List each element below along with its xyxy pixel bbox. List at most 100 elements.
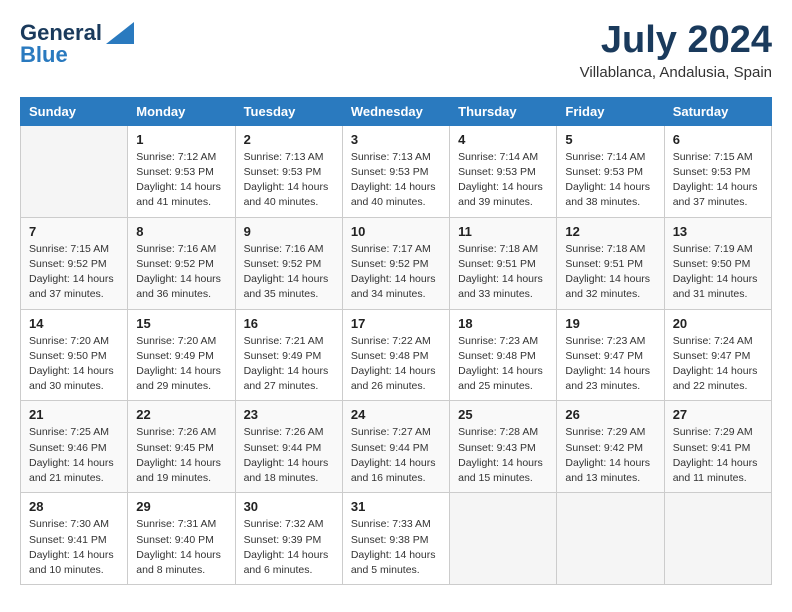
calendar-day-cell: 30 Sunrise: 7:32 AMSunset: 9:39 PMDayligh… [235,493,342,585]
calendar-week-row: 7Sunrise: 7:15 AMSunset: 9:52 PMDaylight… [21,217,772,309]
day-number: 20 [673,316,763,331]
day-number: 22 [136,407,226,422]
day-info: Sunrise: 7:26 AMSunset: 9:45 PMDaylight:… [136,425,226,486]
day-info: Sunrise: 7:19 AMSunset: 9:50 PMDaylight:… [673,242,763,303]
day-info: Sunrise: 7:16 AMSunset: 9:52 PMDaylight:… [244,242,334,303]
calendar-day-cell: 26 Sunrise: 7:29 AMSunset: 9:42 PMDayligh… [557,401,664,493]
day-info: Sunrise: 7:13 AMSunset: 9:53 PMDaylight:… [351,150,441,211]
month-year-title: July 2024 [580,20,772,62]
day-number: 27 [673,407,763,422]
col-header-tuesday: Tuesday [235,97,342,125]
calendar-day-cell: 20 Sunrise: 7:24 AMSunset: 9:47 PMDayligh… [664,309,771,401]
calendar-week-row: 28Sunrise: 7:30 AMSunset: 9:41 PMDayligh… [21,493,772,585]
page-header: General Blue July 2024 Villablanca, Anda… [20,20,772,81]
day-number: 12 [565,224,655,239]
day-info: Sunrise: 7:24 AMSunset: 9:47 PMDaylight:… [673,334,763,395]
logo: General Blue [20,20,134,68]
day-info: Sunrise: 7:31 AMSunset: 9:40 PMDaylight:… [136,517,226,578]
day-info: Sunrise: 7:21 AMSunset: 9:49 PMDaylight:… [244,334,334,395]
calendar-day-cell: 27Sunrise: 7:29 AMSunset: 9:41 PMDayligh… [664,401,771,493]
day-info: Sunrise: 7:29 AMSunset: 9:42 PMDaylight:… [565,425,655,486]
day-number: 3 [351,132,441,147]
day-number: 10 [351,224,441,239]
day-number: 1 [136,132,226,147]
day-number: 26 [565,407,655,422]
day-info: Sunrise: 7:14 AMSunset: 9:53 PMDaylight:… [458,150,548,211]
day-info: Sunrise: 7:30 AMSunset: 9:41 PMDaylight:… [29,517,119,578]
calendar-day-cell [450,493,557,585]
logo-icon [106,22,134,44]
title-area: July 2024 Villablanca, Andalusia, Spain [580,20,772,81]
day-number: 31 [351,499,441,514]
day-info: Sunrise: 7:33 AMSunset: 9:38 PMDaylight:… [351,517,441,578]
col-header-sunday: Sunday [21,97,128,125]
calendar-day-cell: 22 Sunrise: 7:26 AMSunset: 9:45 PMDayligh… [128,401,235,493]
calendar-day-cell: 13 Sunrise: 7:19 AMSunset: 9:50 PMDayligh… [664,217,771,309]
col-header-wednesday: Wednesday [342,97,449,125]
day-number: 25 [458,407,548,422]
day-number: 23 [244,407,334,422]
day-info: Sunrise: 7:15 AMSunset: 9:53 PMDaylight:… [673,150,763,211]
day-info: Sunrise: 7:13 AMSunset: 9:53 PMDaylight:… [244,150,334,211]
calendar-day-cell: 19Sunrise: 7:23 AMSunset: 9:47 PMDayligh… [557,309,664,401]
day-info: Sunrise: 7:20 AMSunset: 9:50 PMDaylight:… [29,334,119,395]
day-info: Sunrise: 7:23 AMSunset: 9:48 PMDaylight:… [458,334,548,395]
calendar-day-cell: 11 Sunrise: 7:18 AMSunset: 9:51 PMDayligh… [450,217,557,309]
day-info: Sunrise: 7:16 AMSunset: 9:52 PMDaylight:… [136,242,226,303]
day-info: Sunrise: 7:25 AMSunset: 9:46 PMDaylight:… [29,425,119,486]
day-info: Sunrise: 7:14 AMSunset: 9:53 PMDaylight:… [565,150,655,211]
day-number: 15 [136,316,226,331]
calendar-day-cell: 18 Sunrise: 7:23 AMSunset: 9:48 PMDayligh… [450,309,557,401]
location-subtitle: Villablanca, Andalusia, Spain [580,64,772,81]
calendar-day-cell: 16 Sunrise: 7:21 AMSunset: 9:49 PMDayligh… [235,309,342,401]
calendar-day-cell [664,493,771,585]
day-info: Sunrise: 7:27 AMSunset: 9:44 PMDaylight:… [351,425,441,486]
calendar-day-cell: 9Sunrise: 7:16 AMSunset: 9:52 PMDaylight… [235,217,342,309]
calendar-day-cell: 1 Sunrise: 7:12 AMSunset: 9:53 PMDaylight… [128,125,235,217]
calendar-day-cell: 4 Sunrise: 7:14 AMSunset: 9:53 PMDaylight… [450,125,557,217]
day-number: 11 [458,224,548,239]
calendar-day-cell: 5 Sunrise: 7:14 AMSunset: 9:53 PMDaylight… [557,125,664,217]
day-number: 30 [244,499,334,514]
day-info: Sunrise: 7:22 AMSunset: 9:48 PMDaylight:… [351,334,441,395]
calendar-day-cell: 23 Sunrise: 7:26 AMSunset: 9:44 PMDayligh… [235,401,342,493]
col-header-friday: Friday [557,97,664,125]
col-header-monday: Monday [128,97,235,125]
day-info: Sunrise: 7:15 AMSunset: 9:52 PMDaylight:… [29,242,119,303]
calendar-table: SundayMondayTuesdayWednesdayThursdayFrid… [20,97,772,585]
day-number: 14 [29,316,119,331]
calendar-day-cell: 15Sunrise: 7:20 AMSunset: 9:49 PMDayligh… [128,309,235,401]
calendar-day-cell: 25 Sunrise: 7:28 AMSunset: 9:43 PMDayligh… [450,401,557,493]
calendar-week-row: 21Sunrise: 7:25 AMSunset: 9:46 PMDayligh… [21,401,772,493]
calendar-day-cell: 17 Sunrise: 7:22 AMSunset: 9:48 PMDayligh… [342,309,449,401]
calendar-day-cell: 10Sunrise: 7:17 AMSunset: 9:52 PMDayligh… [342,217,449,309]
day-number: 4 [458,132,548,147]
day-info: Sunrise: 7:18 AMSunset: 9:51 PMDaylight:… [458,242,548,303]
day-number: 5 [565,132,655,147]
calendar-week-row: 14 Sunrise: 7:20 AMSunset: 9:50 PMDayligh… [21,309,772,401]
calendar-day-cell [557,493,664,585]
day-number: 17 [351,316,441,331]
day-info: Sunrise: 7:28 AMSunset: 9:43 PMDaylight:… [458,425,548,486]
calendar-week-row: 1 Sunrise: 7:12 AMSunset: 9:53 PMDaylight… [21,125,772,217]
calendar-day-cell: 24 Sunrise: 7:27 AMSunset: 9:44 PMDayligh… [342,401,449,493]
calendar-day-cell [21,125,128,217]
calendar-day-cell: 28Sunrise: 7:30 AMSunset: 9:41 PMDayligh… [21,493,128,585]
day-number: 13 [673,224,763,239]
day-number: 24 [351,407,441,422]
calendar-day-cell: 21Sunrise: 7:25 AMSunset: 9:46 PMDayligh… [21,401,128,493]
calendar-day-cell: 2 Sunrise: 7:13 AMSunset: 9:53 PMDaylight… [235,125,342,217]
logo-blue-text: Blue [20,42,68,68]
calendar-day-cell: 14 Sunrise: 7:20 AMSunset: 9:50 PMDayligh… [21,309,128,401]
day-number: 18 [458,316,548,331]
day-number: 16 [244,316,334,331]
calendar-day-cell: 7Sunrise: 7:15 AMSunset: 9:52 PMDaylight… [21,217,128,309]
calendar-day-cell: 6Sunrise: 7:15 AMSunset: 9:53 PMDaylight… [664,125,771,217]
day-info: Sunrise: 7:26 AMSunset: 9:44 PMDaylight:… [244,425,334,486]
day-info: Sunrise: 7:12 AMSunset: 9:53 PMDaylight:… [136,150,226,211]
day-info: Sunrise: 7:32 AMSunset: 9:39 PMDaylight:… [244,517,334,578]
day-info: Sunrise: 7:23 AMSunset: 9:47 PMDaylight:… [565,334,655,395]
day-number: 2 [244,132,334,147]
col-header-thursday: Thursday [450,97,557,125]
calendar-day-cell: 31 Sunrise: 7:33 AMSunset: 9:38 PMDayligh… [342,493,449,585]
